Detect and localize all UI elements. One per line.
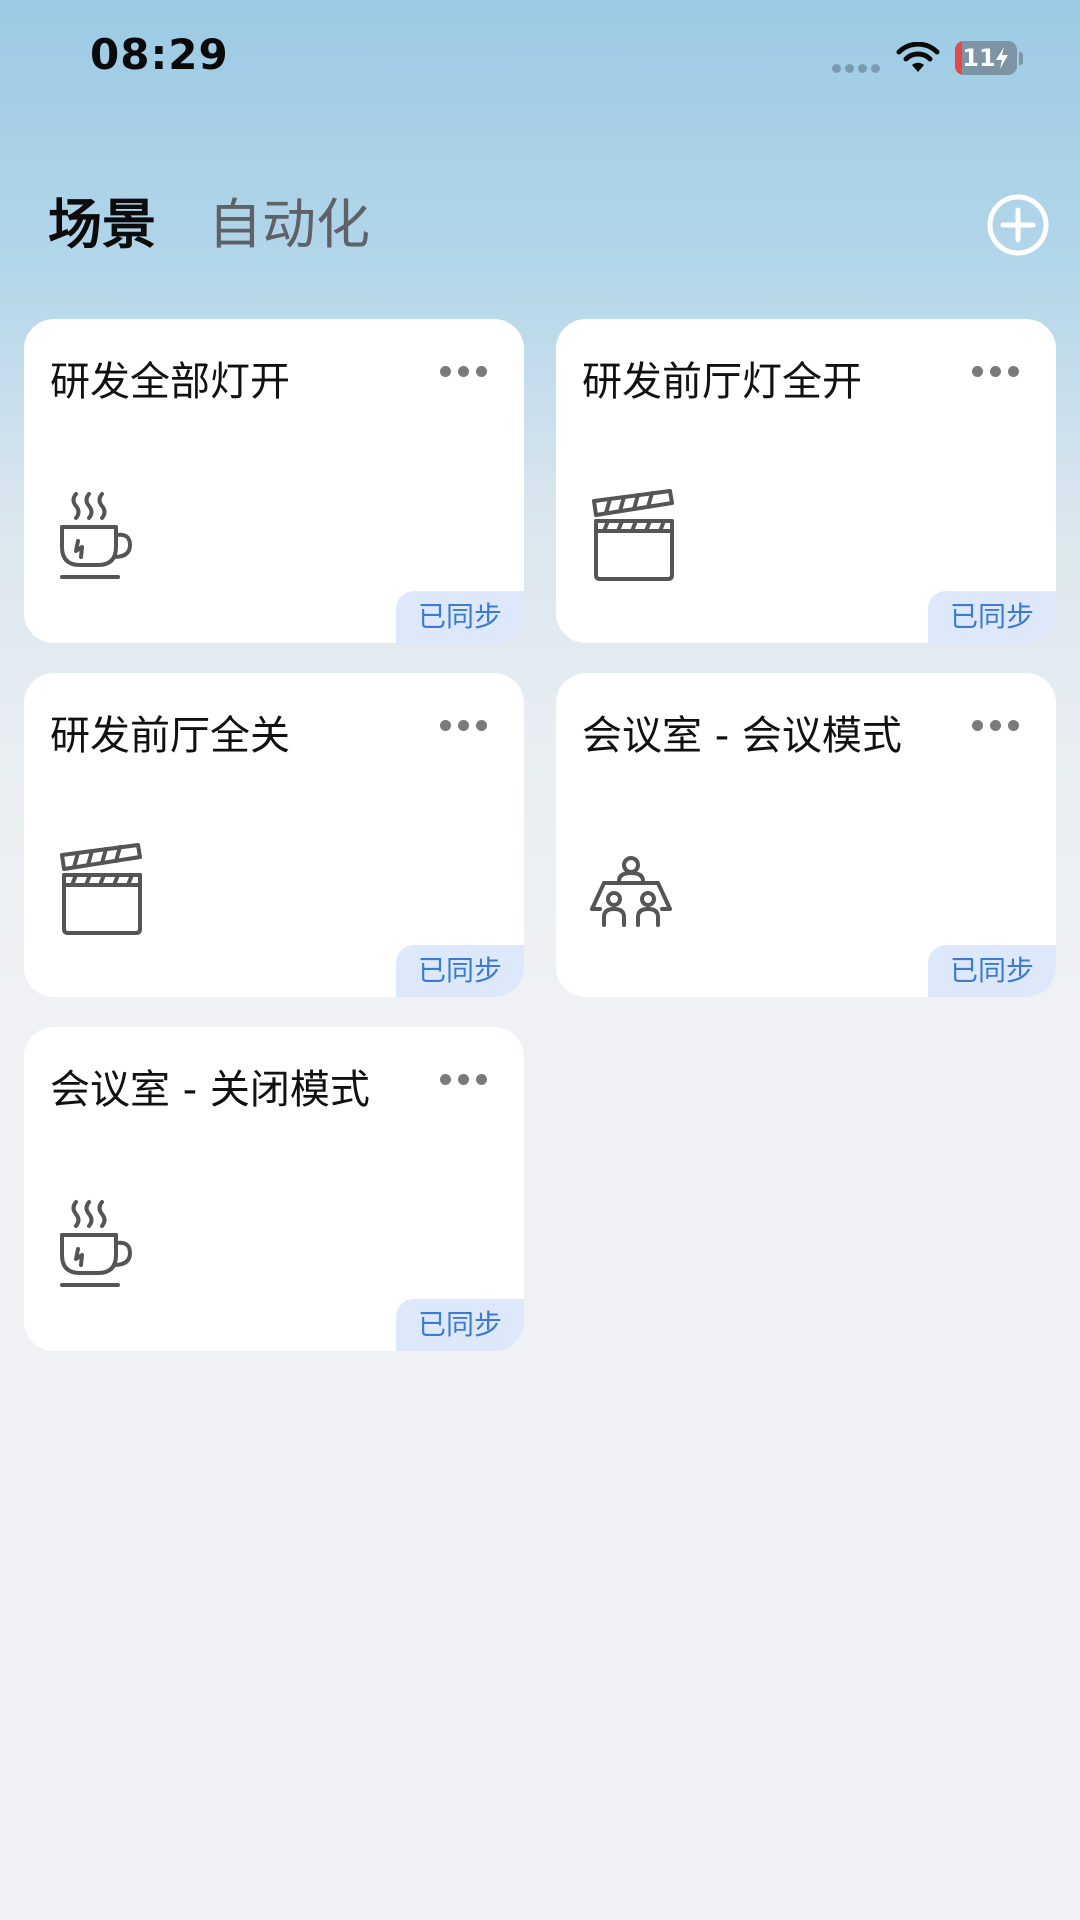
- scene-title: 会议室 - 会议模式: [582, 713, 902, 759]
- scene-title: 研发全部灯开: [50, 359, 290, 405]
- status-bar: 08:29 11: [0, 0, 1080, 110]
- scene-card[interactable]: 研发前厅灯全开 已同步: [556, 319, 1056, 643]
- sync-status-badge: 已同步: [928, 945, 1056, 997]
- scene-title: 研发前厅灯全开: [582, 359, 862, 405]
- scene-card[interactable]: 会议室 - 会议模式 已同步: [556, 673, 1056, 997]
- more-options-button[interactable]: [440, 717, 488, 733]
- scene-card[interactable]: 研发全部灯开 已同步: [24, 319, 524, 643]
- status-time: 08:29: [90, 30, 229, 79]
- battery-indicator: 11: [955, 41, 1017, 75]
- cellular-signal-icon: [832, 64, 882, 74]
- coffee-cup-icon: [60, 492, 132, 579]
- clapperboard-icon: [60, 843, 142, 935]
- scene-title: 会议室 - 关闭模式: [50, 1067, 370, 1113]
- sync-status-badge: 已同步: [396, 1299, 524, 1351]
- meeting-icon: [590, 856, 672, 927]
- scene-title: 研发前厅全关: [50, 713, 290, 759]
- sync-status-badge: 已同步: [928, 591, 1056, 643]
- more-options-button[interactable]: [972, 363, 1020, 379]
- tab-automation[interactable]: 自动化: [208, 190, 370, 260]
- coffee-cup-icon: [60, 1200, 132, 1287]
- sync-status-badge: 已同步: [396, 591, 524, 643]
- scene-card[interactable]: 会议室 - 关闭模式 已同步: [24, 1027, 524, 1351]
- more-options-button[interactable]: [972, 717, 1020, 733]
- charging-bolt-icon: [996, 47, 1008, 69]
- tab-scenes[interactable]: 场景: [48, 190, 156, 260]
- battery-tip: [1019, 52, 1023, 65]
- clapperboard-icon: [592, 489, 674, 581]
- more-options-button[interactable]: [440, 363, 488, 379]
- plus-circle-icon[interactable]: [986, 193, 1050, 257]
- wifi-icon: [896, 42, 940, 72]
- more-options-button[interactable]: [440, 1071, 488, 1087]
- sync-status-badge: 已同步: [396, 945, 524, 997]
- scene-card[interactable]: 研发前厅全关 已同步: [24, 673, 524, 997]
